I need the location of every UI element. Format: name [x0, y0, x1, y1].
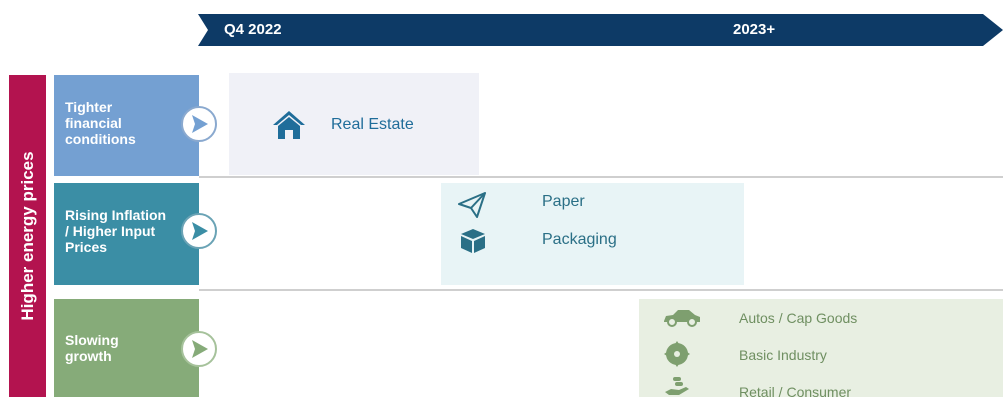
sector-label-basic-industry: Basic Industry — [739, 347, 827, 363]
driver-line: Prices — [65, 239, 108, 255]
timeline-label-2023: 2023+ — [733, 21, 776, 38]
driver-line: Tighter — [65, 99, 113, 115]
row-separator — [199, 176, 1003, 178]
sector-label-packaging: Packaging — [542, 231, 617, 248]
car-icon — [664, 310, 700, 327]
sector-label-autos: Autos / Cap Goods — [739, 310, 858, 326]
driver-slowing-growth: Slowing growth — [54, 299, 199, 397]
driver-rising-inflation: Rising Inflation / Higher Input Prices — [54, 183, 199, 285]
sector-label-retail: Retail / Consumer — [739, 384, 852, 400]
hand-coins-icon — [665, 377, 689, 395]
chevron-right-icon — [181, 106, 217, 142]
driver-line: Slowing — [65, 332, 119, 348]
paper-plane-icon — [458, 192, 486, 218]
driver-line: conditions — [65, 131, 136, 147]
house-icon — [273, 111, 305, 139]
driver-line: Rising Inflation — [65, 207, 167, 223]
sector-label-real-estate: Real Estate — [331, 116, 414, 133]
driver-line: growth — [65, 348, 112, 364]
timeline-arrow — [198, 14, 1003, 46]
saw-blade-icon — [664, 341, 690, 367]
driver-tighter-financial-conditions: Tighter financial conditions — [54, 75, 199, 176]
row-separator — [199, 289, 1003, 291]
side-bar-label: Higher energy prices — [17, 151, 37, 321]
driver-line: / Higher Input — [65, 223, 156, 239]
box-icon — [461, 229, 485, 253]
sector-label-paper: Paper — [542, 193, 585, 210]
chevron-right-icon — [181, 331, 217, 367]
timeline-label-q4-2022: Q4 2022 — [224, 21, 282, 38]
chevron-right-icon — [181, 213, 217, 249]
driver-line: financial — [65, 115, 122, 131]
side-bar: Higher energy prices — [9, 75, 46, 397]
